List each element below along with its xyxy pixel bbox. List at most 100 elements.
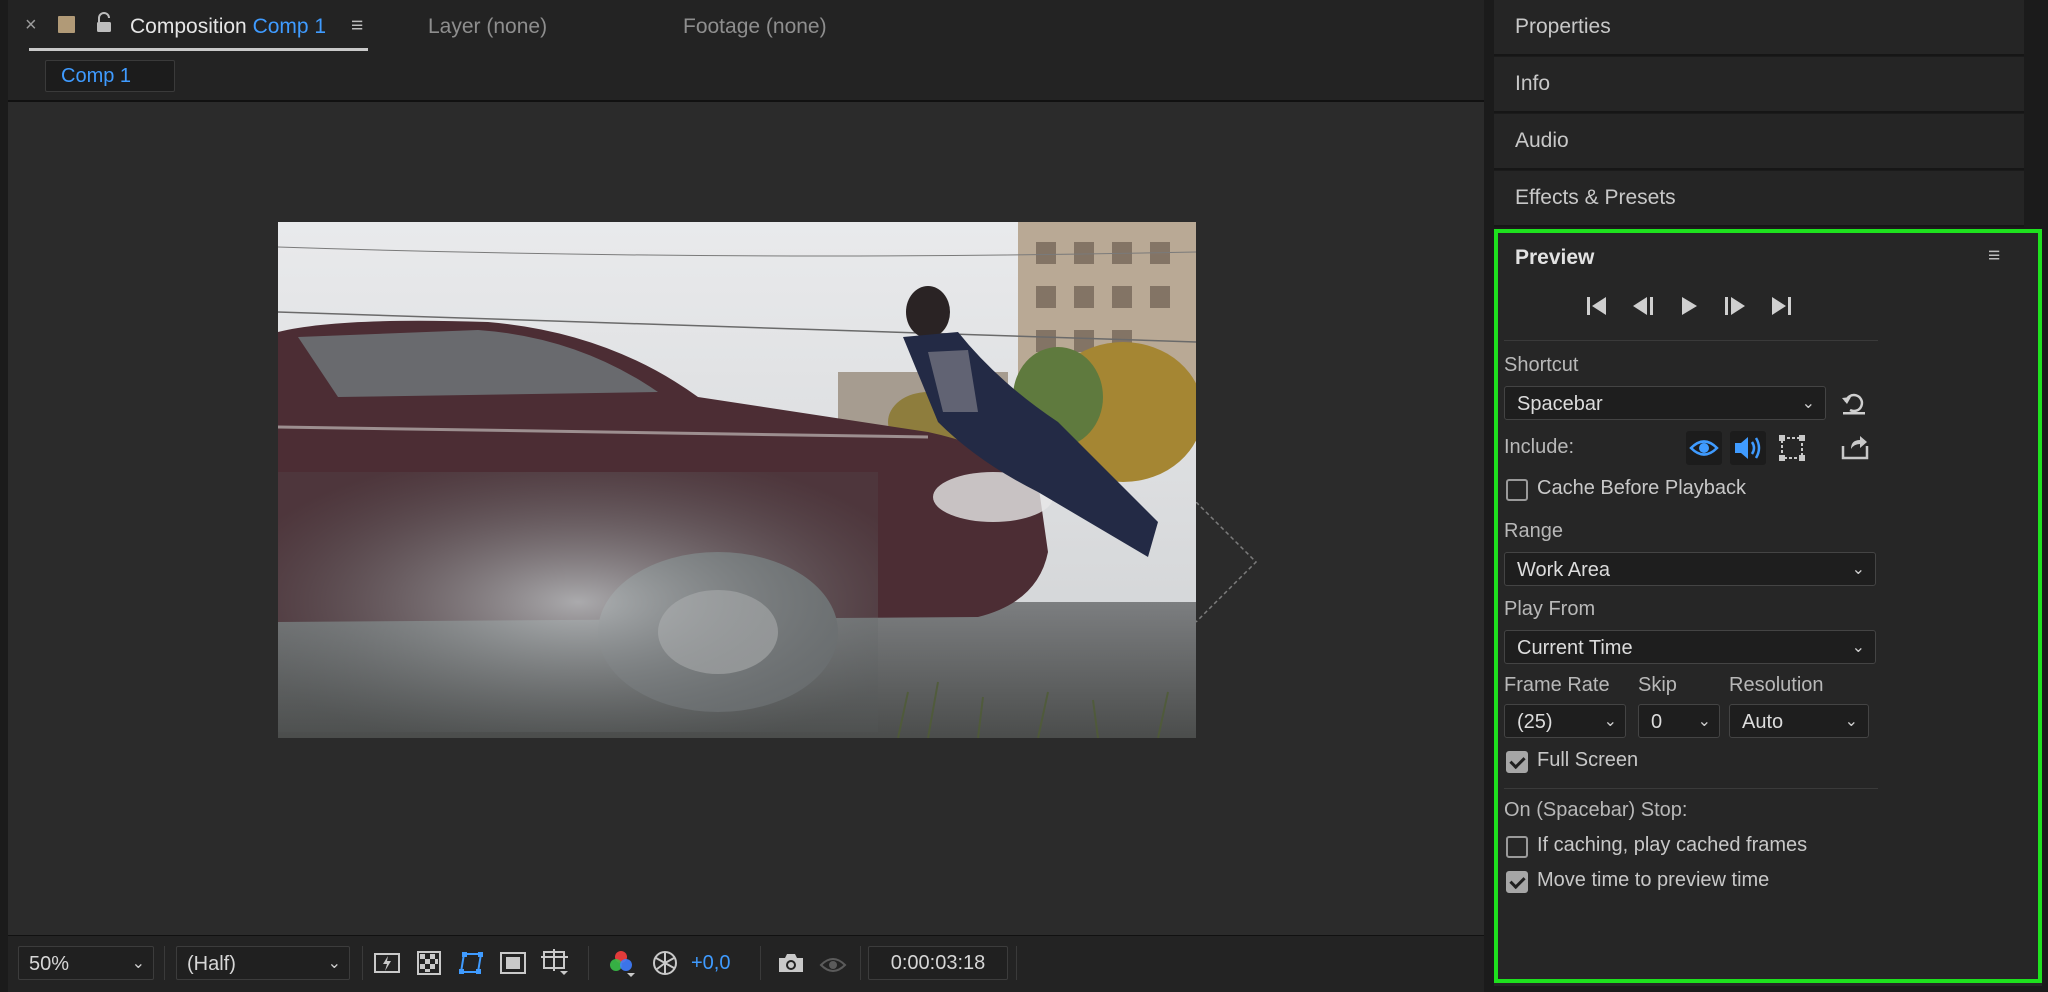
shortcut-value: Spacebar [1517,393,1603,415]
cache-before-playback-checkbox[interactable] [1506,479,1528,501]
resolution-value: (Half) [187,953,236,975]
range-dropdown[interactable]: Work Area ⌄ [1504,552,1876,586]
previous-frame-icon[interactable] [1628,292,1658,320]
play-from-value: Current Time [1517,637,1633,659]
divider [362,946,363,980]
divider [588,946,589,980]
exposure-reset-icon[interactable] [650,948,680,978]
play-from-label: Play From [1504,598,1596,620]
include-audio-toggle[interactable] [1730,431,1766,465]
shortcut-dropdown[interactable]: Spacebar ⌄ [1504,386,1826,420]
mask-path-visibility-icon[interactable] [456,948,486,978]
if-caching-label: If caching, play cached frames [1537,834,1808,856]
camera-snapshot-icon[interactable] [776,948,806,978]
zoom-value: 50% [29,953,70,975]
chevron-down-icon: ⌄ [1603,713,1617,730]
layer-bounding-handle [1196,502,1258,623]
effects-presets-panel-header[interactable]: Effects & Presets [1494,171,2024,227]
zoom-dropdown[interactable]: 50% ⌄ [18,946,154,980]
include-overlays-toggle[interactable] [1776,432,1808,464]
effects-presets-panel-title: Effects & Presets [1515,186,1676,209]
composition-tab-prefix: Composition [130,15,247,38]
move-time-label: Move time to preview time [1537,869,1770,891]
composition-tab-name: Comp 1 [252,15,327,38]
tab-footage[interactable]: Footage (none) [683,15,827,39]
full-screen-label: Full Screen [1537,749,1639,771]
composition-viewer[interactable] [8,102,1484,935]
chevron-down-icon: ⌄ [1844,713,1858,730]
comp-frame-image [278,222,1196,738]
current-time-display[interactable]: 0:00:03:18 [868,946,1008,980]
divider [1504,788,1878,789]
overlay-frame-icon [1779,435,1805,461]
chevron-down-icon: ⌄ [327,955,341,972]
properties-panel-title: Properties [1515,15,1611,38]
composition-panel: × Composition Comp 1 ≡ Layer (none) Foot… [8,0,1484,992]
panel-menu-icon[interactable]: ≡ [351,14,363,38]
reset-icon[interactable] [1840,390,1868,416]
first-frame-icon[interactable] [1582,292,1612,320]
chevron-down-icon: ⌄ [131,955,145,972]
audio-panel-header[interactable]: Audio [1494,114,2024,170]
preview-panel: Preview ≡ Shortcut Spacebar ⌄ Include: C… [1494,230,2042,986]
fast-previews-icon[interactable] [372,948,402,978]
resolution-preview-value: Auto [1742,711,1784,733]
close-icon[interactable]: × [25,14,37,37]
info-panel-title: Info [1515,72,1551,95]
color-channels-icon[interactable] [606,948,636,978]
divider [1016,946,1017,980]
move-time-checkbox[interactable] [1506,871,1528,893]
lock-icon[interactable] [94,12,114,34]
comp-color-swatch-icon[interactable] [58,16,75,33]
panel-menu-icon[interactable]: ≡ [1988,244,2000,268]
viewer-toolbar: 50% ⌄ (Half) ⌄ +0,0 0:00:03:18 [8,935,1484,992]
full-screen-checkbox[interactable] [1506,751,1528,773]
grid-guides-icon[interactable] [540,948,570,978]
skip-dropdown[interactable]: 0 ⌄ [1638,704,1720,738]
if-caching-checkbox[interactable] [1506,836,1528,858]
resolution-label: Resolution [1729,674,1824,696]
preview-panel-title: Preview [1515,246,1595,269]
resolution-dropdown[interactable]: (Half) ⌄ [176,946,350,980]
last-frame-icon[interactable] [1766,292,1796,320]
region-of-interest-icon[interactable] [498,948,528,978]
export-icon[interactable] [1840,432,1870,462]
include-video-toggle[interactable] [1686,431,1722,465]
properties-panel-header[interactable]: Properties [1494,0,2024,56]
next-frame-icon[interactable] [1720,292,1750,320]
range-value: Work Area [1517,559,1610,581]
frame-rate-label: Frame Rate [1504,674,1610,696]
show-snapshot-icon[interactable] [818,948,848,978]
range-label: Range [1504,520,1563,542]
divider [1504,340,1878,341]
composition-tab-label[interactable]: Composition Comp 1 [130,15,326,39]
speaker-icon [1735,437,1761,459]
transparency-grid-icon[interactable] [414,948,444,978]
composition-navigator-bar: Comp 1 [8,56,1484,102]
divider [760,946,761,980]
frame-rate-value: (25) [1517,711,1553,733]
chevron-down-icon: ⌄ [1801,395,1815,412]
cache-before-playback-label: Cache Before Playback [1537,477,1747,499]
chevron-down-icon: ⌄ [1851,561,1865,578]
play-from-dropdown[interactable]: Current Time ⌄ [1504,630,1876,664]
divider [860,946,861,980]
comp-chip[interactable]: Comp 1 [45,60,175,92]
composition-tab-bar: × Composition Comp 1 ≡ Layer (none) Foot… [8,0,1484,56]
divider [164,946,165,980]
skip-value: 0 [1651,711,1663,733]
chevron-down-icon: ⌄ [1697,713,1711,730]
shortcut-label: Shortcut [1504,354,1579,376]
exposure-value[interactable]: +0,0 [691,952,730,975]
on-stop-label: On (Spacebar) Stop: [1504,799,1688,821]
eye-icon [1689,440,1719,456]
info-panel-header[interactable]: Info [1494,57,2024,113]
chevron-down-icon: ⌄ [1851,639,1865,656]
frame-rate-dropdown[interactable]: (25) ⌄ [1504,704,1626,738]
audio-panel-title: Audio [1515,129,1569,152]
tab-layer[interactable]: Layer (none) [428,15,547,39]
skip-label: Skip [1638,674,1677,696]
resolution-preview-dropdown[interactable]: Auto ⌄ [1729,704,1869,738]
active-tab-underline [29,48,368,51]
play-icon[interactable] [1674,292,1704,320]
